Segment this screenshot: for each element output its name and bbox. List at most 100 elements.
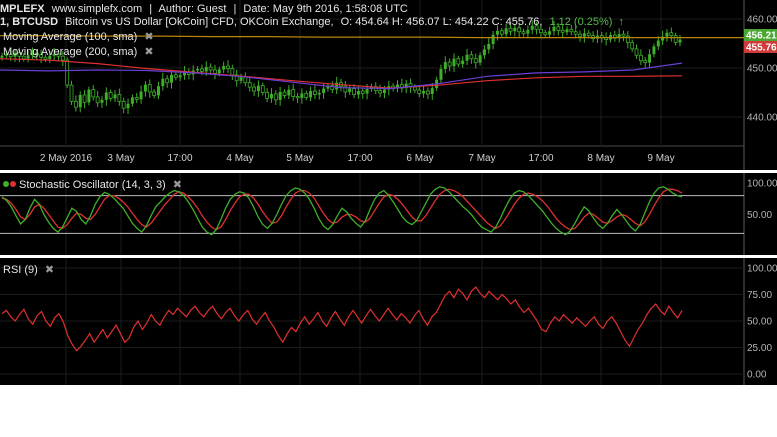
change-arrow-icon: ↑ (619, 16, 625, 28)
stoch-label: Stochastic Oscillator (14, 3, 3) (19, 179, 166, 191)
candle-body (621, 33, 626, 37)
candle-body (456, 58, 461, 65)
candle-body (461, 60, 465, 65)
candle-body (260, 85, 265, 93)
change-text: 1.12 (0.25%) (549, 16, 612, 28)
header-line: MPLEFX www.simplefx.com | Author: Guest … (0, 3, 408, 15)
candle-body (560, 29, 565, 33)
legend-ma100[interactable]: Moving Average (100, sma) ✖ (3, 31, 154, 43)
site-text[interactable]: www.simplefx.com (51, 3, 142, 15)
stoch-legend[interactable]: Stochastic Oscillator (14, 3, 3) ✖ (19, 179, 182, 191)
y-tick-label: 450.00 (747, 64, 777, 75)
x-tick-label: 2 May 2016 (40, 153, 93, 164)
legend-ma100-label: Moving Average (100, sma) (3, 31, 137, 43)
candle-body (252, 86, 256, 92)
candle-body (473, 58, 478, 64)
symbol-line: 1, BTCUSD Bitcoin vs US Dollar [OkCoin] … (0, 16, 624, 28)
candle-body (170, 74, 173, 83)
candle-body (673, 35, 678, 43)
candle-body (504, 28, 508, 35)
candle-body (513, 27, 517, 32)
candle-body (269, 93, 273, 99)
candle-body (100, 99, 104, 103)
candle-body (273, 93, 278, 101)
candle-body (565, 29, 569, 33)
x-tick-label: 5 May (286, 153, 313, 164)
candle-body (548, 31, 552, 35)
y-tick-label: 50.00 (747, 210, 772, 221)
candle-body (569, 28, 574, 33)
candle-body (499, 30, 504, 35)
candle-body (82, 94, 87, 103)
candle-body (539, 28, 543, 34)
candle-body (247, 82, 252, 88)
ma100-price-text: 456.21 (746, 31, 777, 42)
candle-body (287, 89, 291, 96)
candle-body (469, 54, 474, 60)
candle-body (265, 92, 270, 99)
candle-body (417, 89, 422, 94)
candle-body (343, 85, 348, 93)
candle-body (430, 88, 434, 94)
legend-ma200[interactable]: Moving Average (200, sma) ✖ (3, 46, 154, 58)
x-tick-label: 9 May (647, 153, 674, 164)
candle-body (348, 88, 352, 93)
candle-body (487, 43, 491, 50)
rsi-label: RSI (9) (3, 264, 38, 276)
candle-body (130, 97, 134, 104)
candle-body (134, 97, 139, 100)
description-text: Bitcoin vs US Dollar [OkCoin] CFD, OKCoi… (65, 16, 333, 28)
candle-body (104, 92, 108, 100)
candle-body (139, 91, 143, 100)
candle-body (87, 89, 91, 103)
candle-body (426, 90, 430, 95)
stoch-d-dot-icon (10, 181, 16, 187)
candle-body (447, 61, 452, 67)
candle-body (91, 89, 96, 98)
candle-body (282, 91, 287, 96)
date-text: Date: May 9th 2016, 1:58:08 UTC (243, 3, 408, 15)
candle-body (213, 69, 217, 74)
x-tick-label: 6 May (406, 153, 433, 164)
symbol-text: 1, BTCUSD (0, 16, 58, 28)
y-tick-label: 460.00 (747, 15, 777, 26)
candle-body (278, 92, 282, 100)
candle-body (422, 91, 426, 94)
close-icon[interactable]: ✖ (144, 46, 153, 58)
candle-body (156, 86, 160, 96)
candle-body (256, 85, 260, 92)
candle-body (295, 96, 300, 99)
chart-root: 460.00 450.00 440.00 100.00 50.00 100.00 75.00… (0, 0, 777, 385)
close-icon[interactable]: ✖ (144, 31, 153, 43)
close-icon[interactable]: ✖ (173, 179, 182, 191)
close-icon[interactable]: ✖ (45, 264, 54, 276)
candle-body (652, 46, 656, 55)
candle-body (204, 67, 208, 72)
candle-body (196, 68, 200, 71)
candle-body (412, 86, 417, 91)
x-tick-label: 3 May (107, 153, 134, 164)
x-tick-label: 4 May (226, 153, 253, 164)
candle-body (78, 94, 82, 108)
candle-body (495, 30, 499, 35)
candle-body (452, 58, 456, 67)
rsi-line (1, 286, 683, 352)
candle-body (113, 94, 117, 99)
candle-body (356, 91, 360, 95)
candle-body (656, 40, 660, 47)
candle-body (648, 54, 652, 63)
candle-body (352, 88, 356, 95)
candle-body (161, 78, 165, 87)
candle-body (678, 39, 682, 43)
candle-body (573, 31, 578, 35)
x-tick-label: 8 May (587, 153, 614, 164)
candle-body (226, 65, 230, 69)
rsi-legend[interactable]: RSI (9) ✖ (3, 264, 54, 276)
stoch-k-line (1, 186, 683, 236)
candle-body (638, 54, 643, 62)
candle-body (239, 76, 243, 81)
y-tick-label: 0.00 (747, 370, 767, 381)
y-tick-label: 50.00 (747, 317, 772, 328)
candle-body (147, 84, 152, 93)
candle-body (69, 84, 74, 102)
